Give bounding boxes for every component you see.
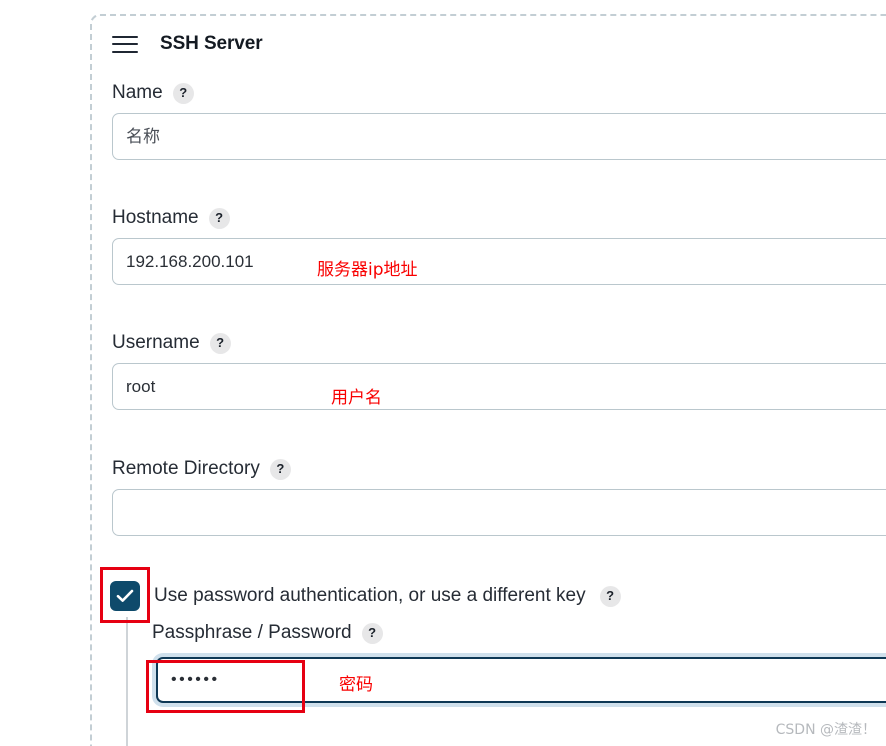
- screenshot-root: SSH Server Name ? Hostname ? 服务器ip地址 Use…: [0, 0, 886, 746]
- password-auth-checkbox-label: Use password authentication, or use a di…: [154, 585, 586, 606]
- field-passphrase-label: Passphrase / Password: [152, 622, 352, 643]
- field-hostname: Hostname ?: [112, 207, 886, 285]
- panel-header: SSH Server: [112, 33, 263, 55]
- field-name-label-row: Name ?: [112, 82, 886, 104]
- help-icon[interactable]: ?: [172, 82, 194, 104]
- username-input[interactable]: [112, 363, 886, 410]
- field-name: Name ?: [112, 82, 886, 160]
- annotation-username: 用户名: [331, 388, 382, 408]
- field-remote-directory: Remote Directory ?: [112, 458, 886, 536]
- field-username-label: Username: [112, 332, 200, 353]
- field-hostname-label: Hostname: [112, 207, 199, 228]
- help-icon[interactable]: ?: [361, 622, 383, 644]
- field-passphrase-label-row: Passphrase / Password ?: [152, 622, 886, 644]
- help-icon[interactable]: ?: [209, 332, 231, 354]
- password-auth-checkbox[interactable]: [110, 581, 140, 611]
- field-hostname-label-row: Hostname ?: [112, 207, 886, 229]
- help-icon[interactable]: ?: [599, 585, 621, 607]
- annotation-passphrase: 密码: [339, 675, 373, 695]
- passphrase-focus-ring: [152, 653, 886, 707]
- hamburger-icon[interactable]: [112, 35, 138, 53]
- passphrase-input[interactable]: [156, 657, 886, 703]
- name-input[interactable]: [112, 113, 886, 160]
- field-username-label-row: Username ?: [112, 332, 886, 354]
- indent-guide-line: [126, 617, 128, 746]
- field-remote-directory-label-row: Remote Directory ?: [112, 458, 886, 480]
- help-icon[interactable]: ?: [269, 458, 291, 480]
- field-passphrase: Passphrase / Password ?: [152, 622, 886, 707]
- hostname-input[interactable]: [112, 238, 886, 285]
- field-remote-directory-label: Remote Directory: [112, 458, 260, 479]
- field-username: Username ?: [112, 332, 886, 410]
- field-name-label: Name: [112, 82, 163, 103]
- page-title: SSH Server: [160, 33, 263, 54]
- annotation-hostname: 服务器ip地址: [317, 260, 418, 280]
- remote-directory-input[interactable]: [112, 489, 886, 536]
- password-auth-checkbox-row[interactable]: Use password authentication, or use a di…: [110, 581, 621, 611]
- help-icon[interactable]: ?: [208, 207, 230, 229]
- watermark: CSDN @渣渣！: [775, 722, 876, 738]
- check-icon: [116, 589, 134, 602]
